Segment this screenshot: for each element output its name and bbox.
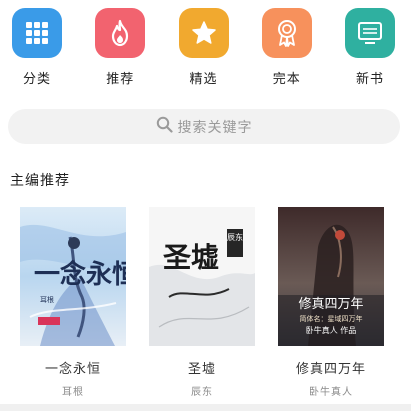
category-label: 精选 <box>189 72 218 87</box>
search-placeholder: 搜索关键字 <box>177 119 253 136</box>
category-fenlei[interactable]: 分类 <box>12 8 62 88</box>
category-label: 推荐 <box>106 72 135 87</box>
cover-author: 卧牛真人 作品 <box>306 325 357 335</box>
category-tuijian[interactable]: 推荐 <box>95 8 146 88</box>
cover-author: 耳根 <box>40 295 54 304</box>
book-card[interactable]: 一念永恒 耳根 一念永恒 耳根 <box>20 207 126 398</box>
search-icon <box>156 116 173 137</box>
cover-title: 圣墟 <box>163 241 219 274</box>
book-cover: 修真四万年 简体名：星域四万年 卧牛真人 作品 <box>278 207 384 346</box>
book-cover: 圣墟 辰东 <box>149 207 255 346</box>
cover-title-calligraphy: 一念永恒 <box>34 259 126 290</box>
cover-subtitle: 简体名：星域四万年 <box>300 314 363 323</box>
book-cover: 一念永恒 耳根 <box>20 207 126 346</box>
section-title: 主编推荐 <box>10 173 70 189</box>
cover-author-seal: 辰东 <box>227 232 243 242</box>
category-label: 分类 <box>22 72 51 87</box>
category-jingxuan[interactable]: 精选 <box>178 8 229 88</box>
book-title: 圣墟 <box>187 362 216 377</box>
book-title: 一念永恒 <box>44 362 101 377</box>
monitor-icon <box>345 8 395 58</box>
book-title: 修真四万年 <box>295 362 366 377</box>
book-author: 卧牛真人 <box>309 387 353 398</box>
grid-icon <box>12 8 62 58</box>
star-icon <box>178 8 229 58</box>
book-author: 辰东 <box>191 387 213 398</box>
search-bar[interactable]: 搜索关键字 <box>8 109 400 144</box>
cover-title: 修真四万年 <box>298 297 363 312</box>
book-author: 耳根 <box>62 387 84 398</box>
bottom-divider <box>0 404 411 411</box>
category-label: 完本 <box>272 72 301 87</box>
category-xinshu[interactable]: 新书 <box>345 8 395 88</box>
flame-icon <box>95 8 146 58</box>
book-card[interactable]: 圣墟 辰东 圣墟 辰东 <box>149 207 255 398</box>
cover-title: 一念永恒 <box>34 259 126 290</box>
book-card[interactable]: 修真四万年 简体名：星域四万年 卧牛真人 作品 修真四万年 卧牛真人 <box>278 207 384 398</box>
category-row: 分类 推荐 精选 完本 新书 <box>0 8 411 88</box>
category-wanben[interactable]: 完本 <box>261 8 312 88</box>
category-label: 新书 <box>355 72 384 87</box>
award-ribbon-icon <box>261 8 312 58</box>
